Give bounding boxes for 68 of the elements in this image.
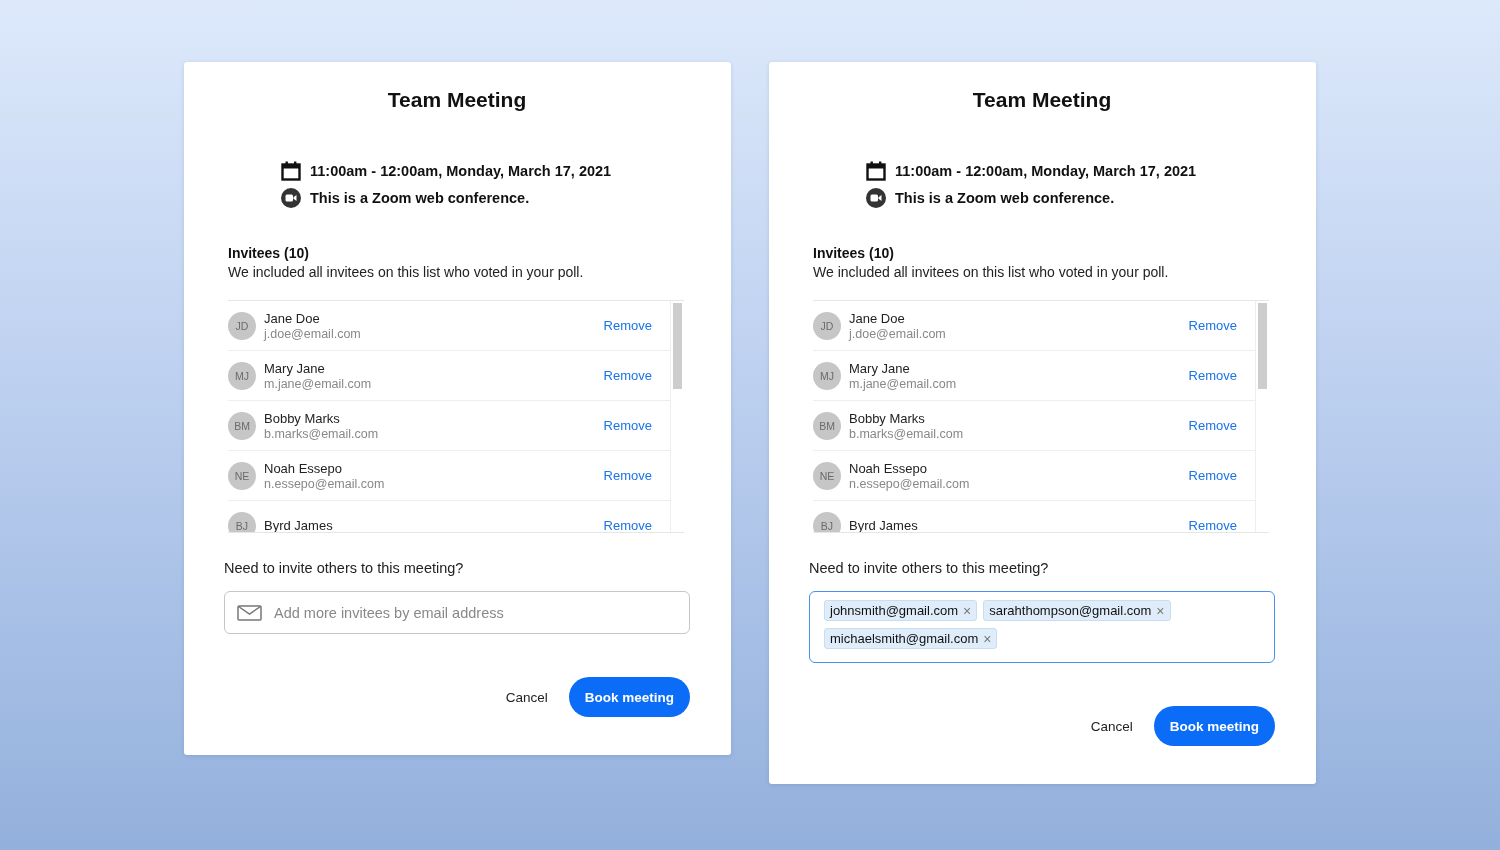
remove-link[interactable]: Remove <box>1188 468 1237 483</box>
invitees-heading: Invitees (10) <box>813 245 895 261</box>
dialog-title: Team Meeting <box>971 88 1113 112</box>
conference-note: This is a Zoom web conference. <box>310 190 530 206</box>
avatar: MJ <box>228 361 256 390</box>
remove-link[interactable]: Remove <box>1188 518 1237 532</box>
calendar-icon <box>281 161 301 181</box>
remove-link[interactable]: Remove <box>603 318 652 333</box>
avatar: BJ <box>228 511 256 532</box>
chip-remove-icon[interactable]: × <box>983 631 992 646</box>
avatar: JD <box>228 311 256 340</box>
invitee-name: Byrd James <box>264 518 334 532</box>
avatar: BM <box>813 411 841 440</box>
invitee-name: Bobby Marks <box>849 410 926 426</box>
calendar-icon <box>866 161 886 181</box>
invitee-name: Jane Doe <box>849 310 906 326</box>
email-chip: michaelsmith@gmail.com × <box>824 628 998 649</box>
invitee-email: m.jane@email.com <box>264 376 373 391</box>
email-chip: johnsmith@gmail.com × <box>824 600 978 621</box>
invitee-email: n.essepo@email.com <box>264 476 386 491</box>
video-camera-icon <box>281 188 301 208</box>
invitee-name: Bobby Marks <box>264 410 341 426</box>
invitee-name: Mary Jane <box>264 360 326 376</box>
book-meeting-button[interactable]: Book meeting <box>568 677 690 717</box>
invitee-email: j.doe@email.com <box>264 326 362 341</box>
remove-link[interactable]: Remove <box>603 518 652 532</box>
meeting-time: 11:00am - 12:00am, Monday, March 17, 2021 <box>310 163 612 179</box>
book-meeting-button[interactable]: Book meeting <box>1153 706 1275 746</box>
email-chip: sarahthompson@gmail.com × <box>983 600 1171 621</box>
avatar: BM <box>228 411 256 440</box>
remove-link[interactable]: Remove <box>603 468 652 483</box>
avatar: NE <box>813 461 841 490</box>
avatar: BJ <box>813 511 841 532</box>
invitees-note: We included all invitees on this list who voted in your poll. <box>228 264 585 280</box>
invitee-name: Byrd James <box>849 518 919 532</box>
cancel-button[interactable]: Cancel <box>1090 718 1133 734</box>
invitee-name: Noah Essepo <box>264 460 344 476</box>
avatar: NE <box>228 461 256 490</box>
email-input-field[interactable]: Add more invitees by email address <box>224 591 690 634</box>
invitees-heading: Invitees (10) <box>228 245 310 261</box>
avatar: MJ <box>813 361 841 390</box>
meeting-time: 11:00am - 12:00am, Monday, March 17, 2021 <box>895 163 1197 179</box>
invite-prompt: Need to invite others to this meeting? <box>224 560 465 576</box>
scrollbar[interactable] <box>670 301 684 532</box>
invitees-note: We included all invitees on this list who voted in your poll. <box>813 264 1170 280</box>
invitee-email: n.essepo@email.com <box>849 476 971 491</box>
invitee-email: b.marks@email.com <box>849 426 965 441</box>
remove-link[interactable]: Remove <box>603 418 652 433</box>
chip-remove-icon[interactable]: × <box>1156 603 1165 618</box>
remove-link[interactable]: Remove <box>603 368 652 383</box>
remove-link[interactable]: Remove <box>1188 368 1237 383</box>
conference-note: This is a Zoom web conference. <box>895 190 1115 206</box>
invitee-name: Mary Jane <box>849 360 911 376</box>
dialog-title: Team Meeting <box>386 88 528 112</box>
email-input-field[interactable]: johnsmith@gmail.com × sarahthompson@gmail.com × michaelsmith@gmail.com × <box>809 591 1275 663</box>
remove-link[interactable]: Remove <box>1188 418 1237 433</box>
scrollbar[interactable] <box>1255 301 1269 532</box>
cancel-button[interactable]: Cancel <box>505 689 548 705</box>
invitee-email: m.jane@email.com <box>849 376 958 391</box>
chip-remove-icon[interactable]: × <box>963 603 972 618</box>
invitee-name: Noah Essepo <box>849 460 929 476</box>
invitee-name: Jane Doe <box>264 310 321 326</box>
remove-link[interactable]: Remove <box>1188 318 1237 333</box>
video-camera-icon <box>866 188 886 208</box>
invitee-email: b.marks@email.com <box>264 426 380 441</box>
invitee-email: j.doe@email.com <box>849 326 947 341</box>
avatar: JD <box>813 311 841 340</box>
invite-prompt: Need to invite others to this meeting? <box>809 560 1050 576</box>
